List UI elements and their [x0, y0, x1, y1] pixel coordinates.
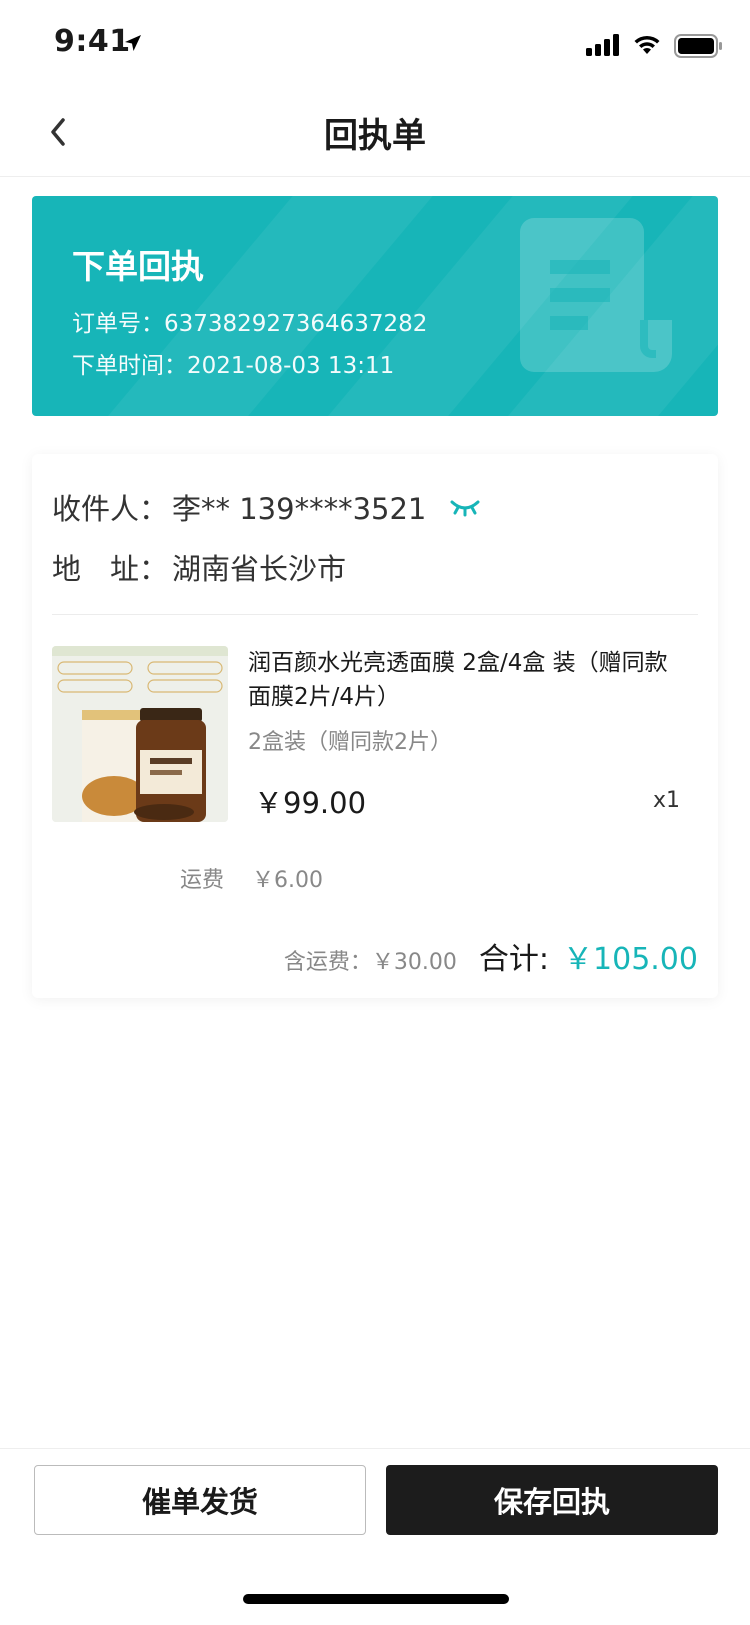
order-summary: 含运费：￥30.00 合计: ￥105.00 — [284, 934, 698, 978]
home-indicator[interactable] — [243, 1594, 509, 1604]
address-label: 地 址： — [52, 552, 169, 586]
total-amount: ￥105.00 — [563, 942, 698, 977]
wifi-icon — [634, 35, 660, 54]
order-number-label: 订单号： — [72, 311, 164, 337]
battery-icon — [674, 34, 722, 58]
divider — [52, 614, 698, 615]
order-number-line: 订单号：637382927364637282 — [72, 304, 427, 338]
recipient-label: 收件人： — [52, 492, 169, 526]
status-time: 9:41 — [54, 24, 131, 59]
cellular-signal-icon — [586, 34, 619, 56]
eye-closed-icon[interactable] — [450, 498, 480, 518]
recipient-value: 李** 139****3521 — [172, 492, 427, 526]
total-label: 合计: — [478, 942, 550, 977]
urge-shipping-button[interactable]: 催单发货 — [34, 1465, 366, 1535]
nav-bar: 回执单 — [0, 88, 750, 177]
order-number: 637382927364637282 — [164, 311, 428, 337]
order-time-line: 下单时间：2021-08-03 13:11 — [72, 346, 394, 380]
product-photo — [52, 646, 228, 822]
product-quantity: x1 — [652, 788, 680, 813]
status-bar: 9:41 — [0, 0, 750, 88]
product-image[interactable] — [52, 646, 228, 822]
freight-value: ￥6.00 — [252, 868, 323, 893]
product-name[interactable]: 润百颜水光亮透面膜 2盒/4盒 装（赠同款面膜2片/4片） — [248, 646, 688, 714]
document-icon — [520, 218, 672, 372]
receipt-title: 下单回执 — [72, 247, 204, 286]
receipt-banner: 下单回执 订单号：637382927364637282 下单时间：2021-08… — [32, 196, 718, 416]
order-card: 收件人： 李** 139****3521 地 址： 湖南省长沙市 润百颜水光亮透… — [32, 454, 718, 998]
product-price: ￥99.00 — [254, 786, 367, 820]
freight-label: 运费 — [180, 868, 225, 893]
address-value: 湖南省长沙市 — [172, 552, 347, 586]
page-title: 回执单 — [324, 116, 426, 156]
product-spec: 2盒装（赠同款2片） — [248, 730, 452, 755]
save-receipt-button[interactable]: 保存回执 — [386, 1465, 718, 1535]
bottom-action-bar: 催单发货 保存回执 — [0, 1448, 750, 1625]
location-arrow-icon — [125, 35, 141, 51]
shipping-included: 含运费：￥30.00 — [283, 950, 457, 975]
order-time: 2021-08-03 13:11 — [187, 353, 395, 379]
order-time-label: 下单时间： — [72, 353, 187, 379]
